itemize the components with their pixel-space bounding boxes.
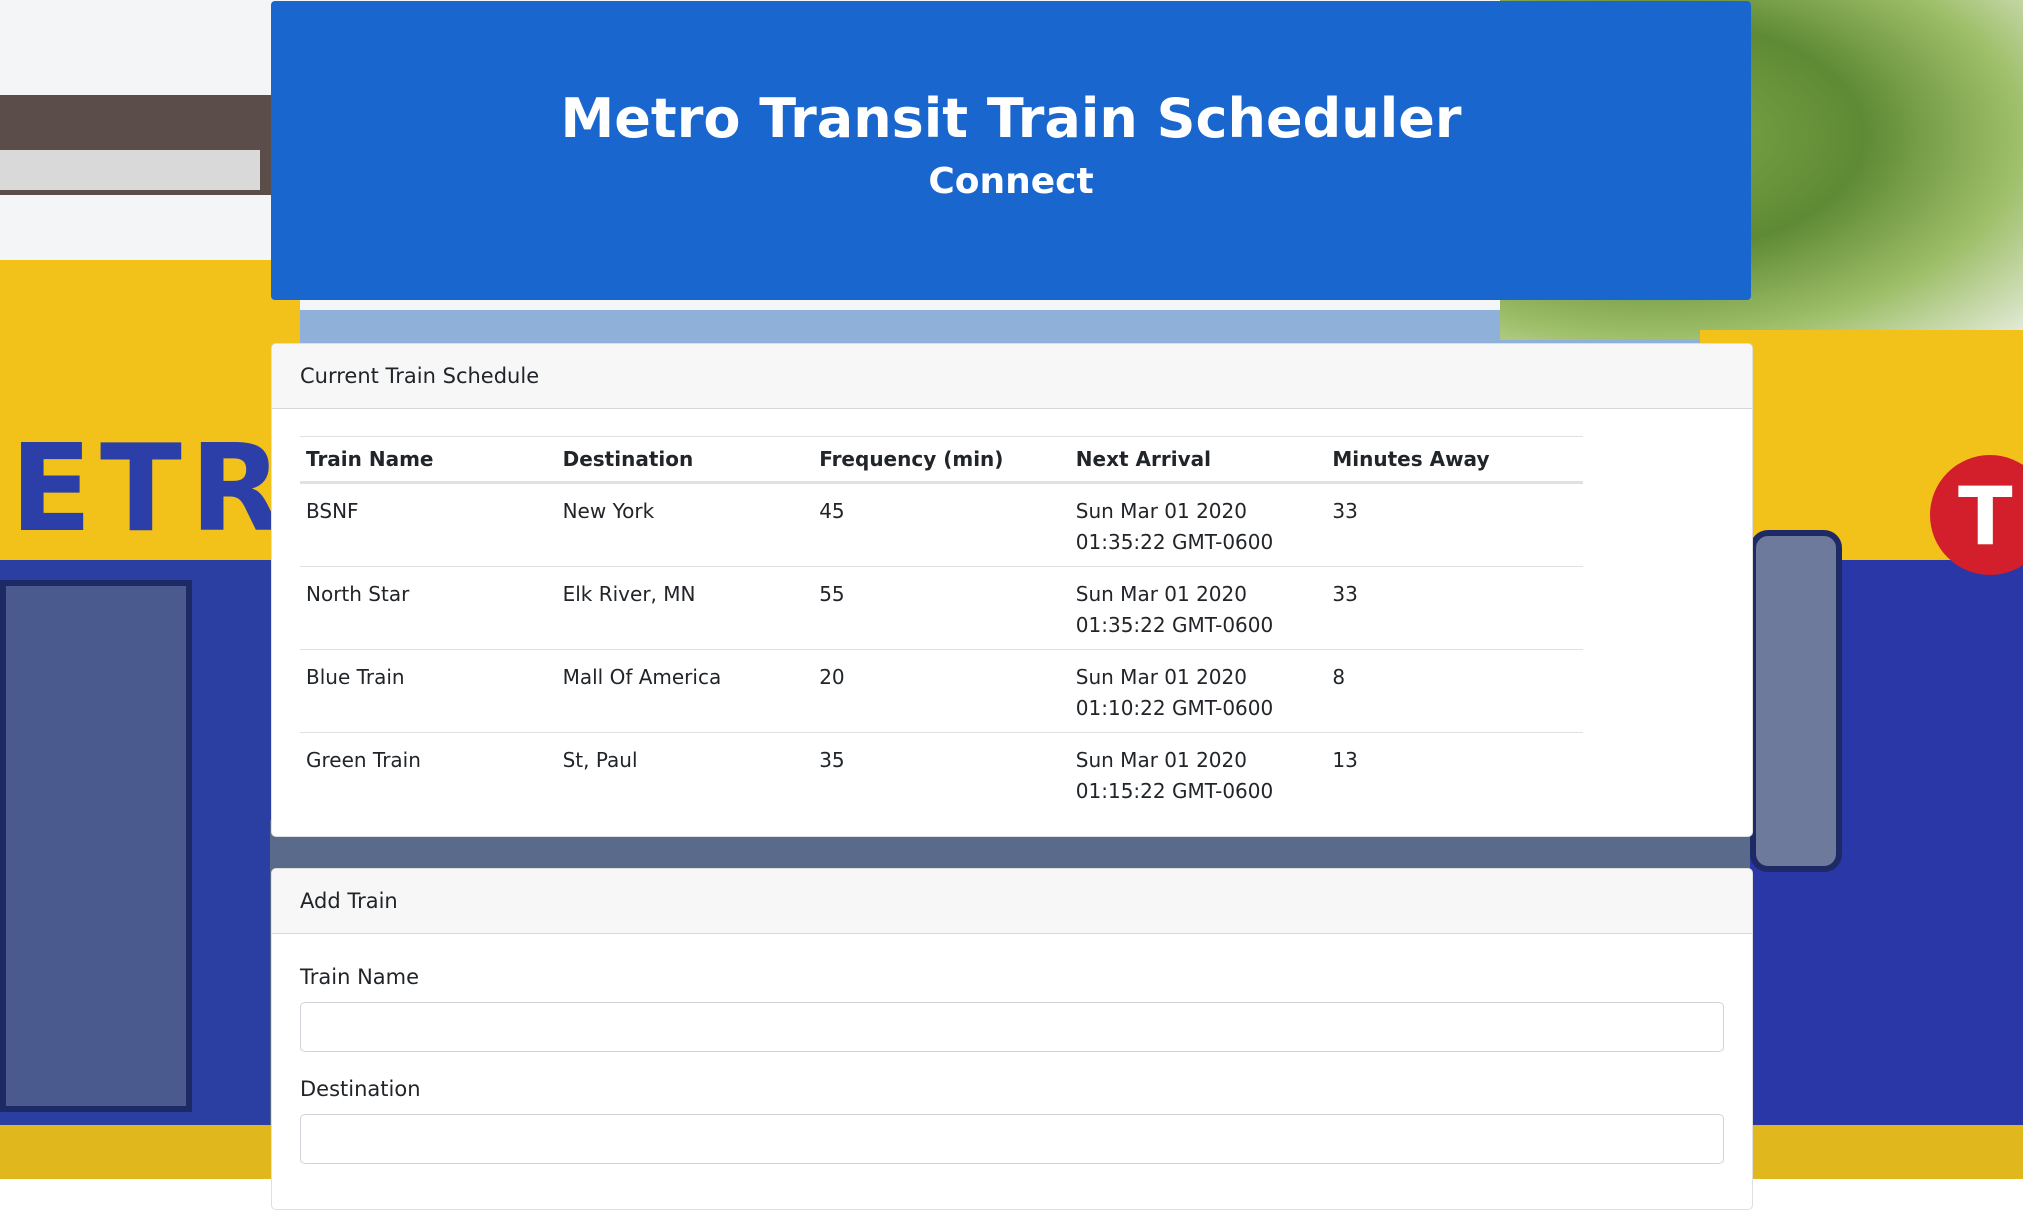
- cell-minutes-away: 33: [1326, 482, 1583, 567]
- cell-train-name: North Star: [300, 566, 557, 650]
- cell-frequency: 35: [819, 748, 845, 772]
- cell-next-arrival: Sun Mar 01 2020 01:15:22 GMT-0600: [1075, 748, 1274, 803]
- train-name-input[interactable]: [300, 1002, 1724, 1052]
- cell-frequency: 45: [813, 482, 1070, 567]
- table-header-row: Train Name Destination Frequency (min) N…: [300, 436, 1583, 484]
- table-row: Blue Train Mall Of America 20 Sun Mar 01…: [300, 649, 1583, 733]
- cell-destination: Elk River, MN: [556, 566, 814, 650]
- table-row: Green Train St, Paul 35 Sun Mar 01 2020 …: [300, 733, 1583, 816]
- column-header-destination: Destination: [556, 436, 814, 484]
- page-header: Metro Transit Train Scheduler Connect: [271, 1, 1751, 300]
- cell-minutes-away: 13: [1332, 748, 1358, 772]
- table-row: BSNF New York 45 Sun Mar 01 2020 01:35:2…: [300, 482, 1583, 567]
- destination-input[interactable]: [300, 1114, 1724, 1164]
- cell-train-name: BSNF: [300, 482, 557, 567]
- page-title: Metro Transit Train Scheduler: [560, 87, 1462, 150]
- schedule-card: Current Train Schedule Train Name Destin…: [271, 343, 1753, 837]
- cell-next-arrival: Sun Mar 01 2020 01:10:22 GMT-0600: [1069, 649, 1327, 733]
- cell-minutes-away: 8: [1326, 649, 1583, 733]
- schedule-card-title: Current Train Schedule: [272, 344, 1752, 409]
- schedule-table: Train Name Destination Frequency (min) N…: [300, 436, 1583, 815]
- column-header-train-name: Train Name: [300, 436, 557, 484]
- cell-minutes-away: 33: [1326, 566, 1583, 650]
- cell-next-arrival: Sun Mar 01 2020 01:35:22 GMT-0600: [1069, 482, 1327, 567]
- cell-frequency: 20: [813, 649, 1070, 733]
- train-name-label: Train Name: [300, 965, 420, 989]
- cell-destination: St, Paul: [562, 748, 638, 772]
- cell-train-name: Green Train: [306, 748, 421, 772]
- column-header-minutes-away: Minutes Away: [1326, 436, 1583, 484]
- column-header-frequency: Frequency (min): [813, 436, 1070, 484]
- add-train-card-title: Add Train: [272, 869, 1752, 934]
- cell-next-arrival: Sun Mar 01 2020 01:35:22 GMT-0600: [1069, 566, 1327, 650]
- table-row: North Star Elk River, MN 55 Sun Mar 01 2…: [300, 566, 1583, 650]
- destination-label: Destination: [300, 1077, 421, 1101]
- cell-destination: Mall Of America: [556, 649, 814, 733]
- cell-frequency: 55: [813, 566, 1070, 650]
- page-subtitle: Connect: [928, 161, 1094, 202]
- cell-train-name: Blue Train: [300, 649, 557, 733]
- column-header-next-arrival: Next Arrival: [1069, 436, 1327, 484]
- cell-destination: New York: [556, 482, 814, 567]
- add-train-card: Add Train Train Name Destination: [271, 868, 1753, 1210]
